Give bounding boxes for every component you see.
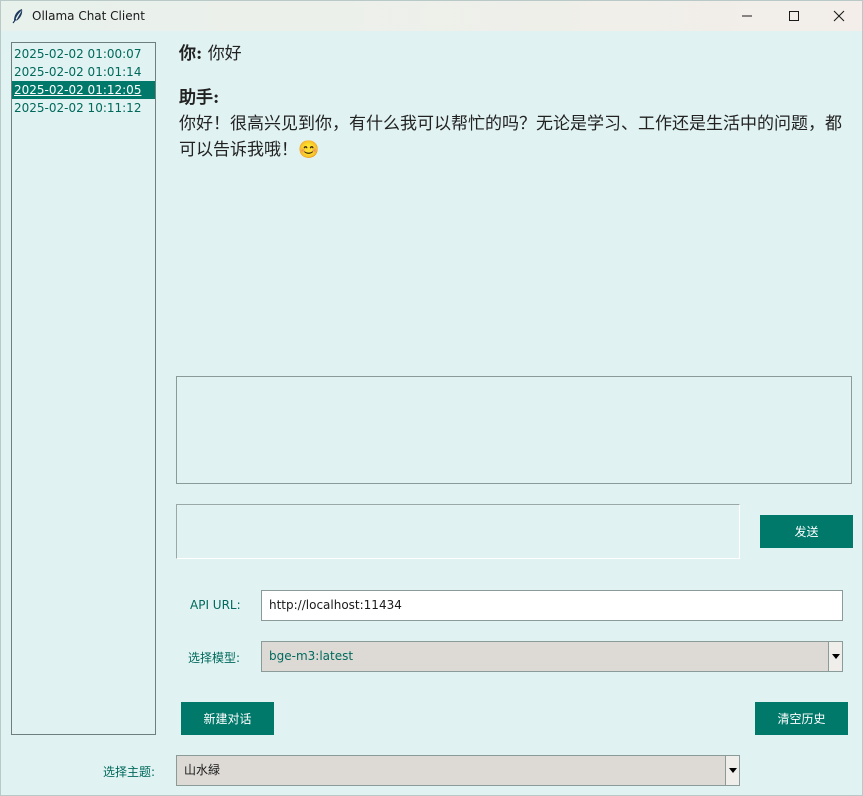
minimize-icon [742, 11, 752, 21]
chevron-down-icon[interactable] [725, 756, 739, 785]
model-label: 选择模型: [188, 651, 241, 665]
minimize-button[interactable] [724, 1, 770, 31]
output-textbox[interactable] [176, 376, 852, 484]
history-item[interactable]: 2025-02-02 10:11:12 [12, 99, 155, 117]
title-bar: Ollama Chat Client [1, 1, 862, 31]
user-role-label: 你: [179, 44, 203, 64]
assistant-message-text: 你好！很高兴见到你，有什么我可以帮忙的吗？无论是学习、工作还是生活中的问题，都可… [179, 114, 842, 160]
history-item-selected[interactable]: 2025-02-02 01:12:05 [12, 81, 155, 99]
maximize-button[interactable] [771, 1, 817, 31]
model-select-value: bge-m3:latest [269, 649, 354, 663]
send-button[interactable]: 发送 [760, 515, 853, 548]
history-item[interactable]: 2025-02-02 01:01:14 [12, 63, 155, 81]
history-list[interactable]: 2025-02-02 01:00:07 2025-02-02 01:01:14 … [11, 42, 156, 735]
history-item[interactable]: 2025-02-02 01:00:07 [12, 45, 155, 63]
assistant-message: 助手: 你好！很高兴见到你，有什么我可以帮忙的吗？无论是学习、工作还是生活中的问… [179, 85, 851, 163]
close-icon [833, 10, 845, 22]
feather-icon [11, 8, 25, 24]
maximize-icon [789, 11, 799, 21]
close-button[interactable] [816, 1, 862, 31]
assistant-role-label: 助手: [179, 88, 220, 108]
user-message-text: 你好 [207, 44, 242, 64]
chevron-down-icon[interactable] [828, 642, 842, 671]
new-chat-button[interactable]: 新建对话 [181, 702, 274, 735]
theme-select[interactable]: 山水緑 [176, 755, 740, 786]
app-window: Ollama Chat Client 2025-02-02 01:00:07 2… [0, 0, 863, 796]
clear-history-button[interactable]: 清空历史 [755, 702, 848, 735]
api-url-input[interactable]: http://localhost:11434 [261, 590, 843, 621]
theme-label: 选择主题: [103, 765, 156, 779]
model-select[interactable]: bge-m3:latest [261, 641, 843, 672]
chat-display: 你: 你好 助手: 你好！很高兴见到你，有什么我可以帮忙的吗？无论是学习、工作还… [179, 41, 851, 366]
message-input[interactable] [176, 504, 740, 559]
user-message: 你: 你好 [179, 41, 851, 67]
api-url-label: API URL: [190, 598, 241, 612]
window-title: Ollama Chat Client [32, 9, 145, 23]
theme-select-value: 山水緑 [184, 763, 221, 777]
